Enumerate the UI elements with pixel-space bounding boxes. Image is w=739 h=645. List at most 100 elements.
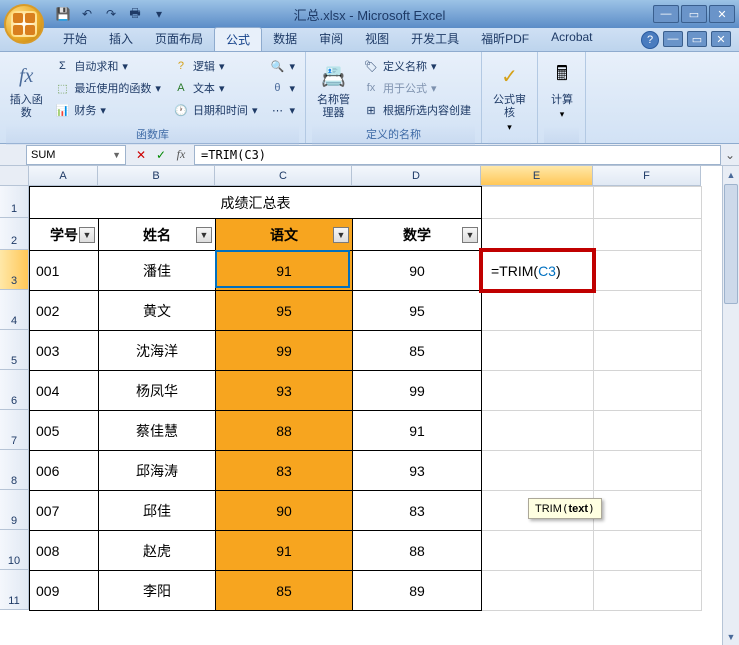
- cell[interactable]: =TRIM(C3): [482, 251, 594, 291]
- filter-dropdown-icon[interactable]: ▼: [196, 227, 212, 243]
- close-button[interactable]: ✕: [709, 5, 735, 23]
- table-cell[interactable]: 杨凤华: [99, 371, 216, 411]
- tab-开始[interactable]: 开始: [52, 27, 98, 51]
- tab-Acrobat[interactable]: Acrobat: [540, 27, 603, 51]
- more-functions-button[interactable]: ⋯▾: [265, 100, 299, 120]
- table-cell[interactable]: 85: [216, 571, 353, 611]
- calculation-button[interactable]: 🖩计算▾: [544, 56, 580, 124]
- table-title[interactable]: 成绩汇总表: [30, 187, 482, 219]
- scroll-down-icon[interactable]: ▼: [723, 628, 739, 645]
- table-cell[interactable]: 005: [30, 411, 99, 451]
- cell[interactable]: [594, 411, 702, 451]
- cell[interactable]: [482, 291, 594, 331]
- table-cell[interactable]: 88: [216, 411, 353, 451]
- column-header[interactable]: F: [593, 166, 701, 186]
- cell[interactable]: [594, 531, 702, 571]
- scrollbar-thumb[interactable]: [724, 184, 738, 304]
- cell[interactable]: [482, 187, 594, 219]
- table-cell[interactable]: 李阳: [99, 571, 216, 611]
- table-cell[interactable]: 88: [353, 531, 482, 571]
- table-cell[interactable]: 黄文: [99, 291, 216, 331]
- table-cell[interactable]: 006: [30, 451, 99, 491]
- row-header[interactable]: 7: [0, 410, 29, 450]
- table-cell[interactable]: 85: [353, 331, 482, 371]
- row-header[interactable]: 11: [0, 570, 29, 610]
- filter-dropdown-icon[interactable]: ▼: [79, 227, 95, 243]
- tab-页面布局[interactable]: 页面布局: [144, 27, 214, 51]
- office-button[interactable]: [4, 4, 44, 44]
- table-cell[interactable]: 蔡佳慧: [99, 411, 216, 451]
- redo-icon[interactable]: ↷: [100, 3, 122, 25]
- maximize-button[interactable]: ▭: [681, 5, 707, 23]
- name-manager-button[interactable]: 📇 名称管理器: [312, 56, 355, 124]
- table-cell[interactable]: 89: [353, 571, 482, 611]
- expand-formula-bar-icon[interactable]: ⌄: [721, 148, 739, 162]
- cell[interactable]: [482, 531, 594, 571]
- column-header[interactable]: A: [29, 166, 98, 186]
- tab-审阅[interactable]: 审阅: [308, 27, 354, 51]
- tab-数据[interactable]: 数据: [262, 27, 308, 51]
- cell[interactable]: [594, 491, 702, 531]
- chevron-down-icon[interactable]: ▼: [112, 150, 121, 160]
- tab-插入[interactable]: 插入: [98, 27, 144, 51]
- table-cell[interactable]: 赵虎: [99, 531, 216, 571]
- table-cell[interactable]: 沈海洋: [99, 331, 216, 371]
- row-header[interactable]: 2: [0, 218, 29, 250]
- table-cell[interactable]: 007: [30, 491, 99, 531]
- tab-公式[interactable]: 公式: [214, 27, 262, 51]
- cell[interactable]: [594, 451, 702, 491]
- table-header[interactable]: 学号▼: [30, 219, 99, 251]
- ribbon-minimize-button[interactable]: —: [663, 31, 683, 47]
- column-header[interactable]: E: [481, 166, 593, 186]
- financial-button[interactable]: 📊财务▾: [50, 100, 165, 120]
- cell[interactable]: [594, 331, 702, 371]
- print-icon[interactable]: 🖶: [124, 3, 146, 25]
- table-cell[interactable]: 008: [30, 531, 99, 571]
- tab-福昕PDF[interactable]: 福昕PDF: [470, 27, 540, 51]
- column-header[interactable]: B: [98, 166, 215, 186]
- cell[interactable]: [594, 291, 702, 331]
- qat-dropdown-icon[interactable]: ▾: [148, 3, 170, 25]
- ribbon-close-button[interactable]: ✕: [711, 31, 731, 47]
- table-cell[interactable]: 93: [216, 371, 353, 411]
- cell-editor[interactable]: =TRIM(C3): [479, 248, 596, 293]
- table-cell[interactable]: 90: [216, 491, 353, 531]
- cell[interactable]: [482, 571, 594, 611]
- ribbon-restore-button[interactable]: ▭: [687, 31, 707, 47]
- table-cell[interactable]: 93: [353, 451, 482, 491]
- row-header[interactable]: 9: [0, 490, 29, 530]
- column-header[interactable]: D: [352, 166, 481, 186]
- filter-dropdown-icon[interactable]: ▼: [333, 227, 349, 243]
- define-name-button[interactable]: 🏷定义名称▾: [359, 56, 475, 76]
- table-cell[interactable]: 91: [216, 251, 353, 291]
- formula-audit-button[interactable]: ✓公式审核▾: [488, 56, 531, 137]
- minimize-button[interactable]: —: [653, 5, 679, 23]
- row-header[interactable]: 6: [0, 370, 29, 410]
- table-cell[interactable]: 83: [353, 491, 482, 531]
- recent-functions-button[interactable]: ⬚最近使用的函数▾: [50, 78, 165, 98]
- datetime-button[interactable]: 🕐日期和时间▾: [169, 100, 262, 120]
- help-button[interactable]: ?: [641, 31, 659, 49]
- table-cell[interactable]: 83: [216, 451, 353, 491]
- cell[interactable]: [482, 451, 594, 491]
- math-button[interactable]: θ▾: [265, 78, 299, 98]
- insert-function-fb-button[interactable]: fx: [172, 146, 190, 164]
- column-header[interactable]: C: [215, 166, 352, 186]
- row-header[interactable]: 3: [0, 250, 29, 290]
- table-header[interactable]: 数学▼: [353, 219, 482, 251]
- logical-button[interactable]: ?逻辑▾: [169, 56, 262, 76]
- table-cell[interactable]: 009: [30, 571, 99, 611]
- table-header[interactable]: 姓名▼: [99, 219, 216, 251]
- lookup-button[interactable]: 🔍▾: [265, 56, 299, 76]
- cell[interactable]: [482, 371, 594, 411]
- scroll-up-icon[interactable]: ▲: [723, 166, 739, 183]
- autosum-button[interactable]: Σ自动求和▾: [50, 56, 165, 76]
- cell[interactable]: [482, 331, 594, 371]
- table-cell[interactable]: 002: [30, 291, 99, 331]
- table-cell[interactable]: 99: [353, 371, 482, 411]
- enter-formula-button[interactable]: ✓: [152, 146, 170, 164]
- tab-开发工具[interactable]: 开发工具: [400, 27, 470, 51]
- insert-function-button[interactable]: fx 插入函数: [6, 56, 46, 124]
- row-header[interactable]: 10: [0, 530, 29, 570]
- grid[interactable]: 成绩汇总表学号▼姓名▼语文▼数学▼001潘佳9190=TRIM(C3)002黄文…: [29, 186, 702, 611]
